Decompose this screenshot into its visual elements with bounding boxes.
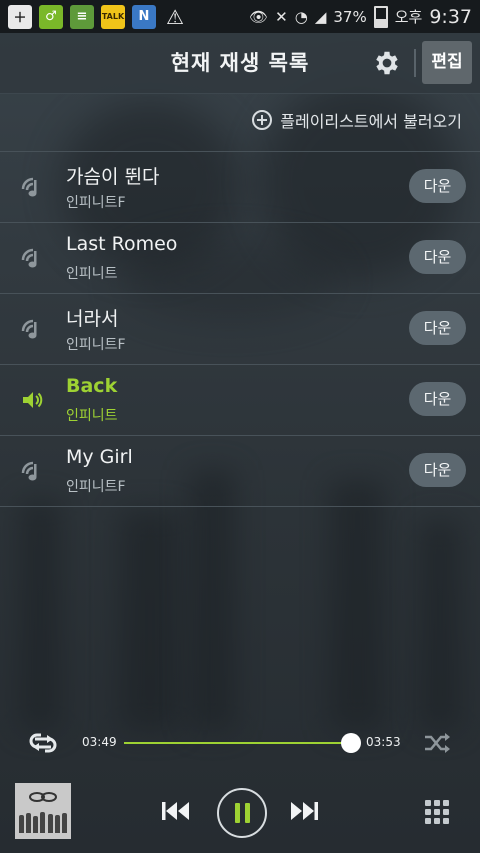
download-button[interactable]: 다운 xyxy=(409,453,466,487)
edit-button[interactable]: 편집 xyxy=(422,41,472,84)
player-controls xyxy=(0,777,480,853)
pause-icon-bar xyxy=(245,803,250,823)
grid-menu-icon[interactable] xyxy=(424,799,450,825)
playlist-row[interactable]: 가슴이 뛴다 인피니트F 다운 xyxy=(0,151,480,222)
download-button[interactable]: 다운 xyxy=(409,169,466,203)
stack-icon: ≡ xyxy=(70,4,94,29)
song-artist: 인피니트F xyxy=(66,195,126,211)
load-from-playlist-button[interactable]: 플레이리스트에서 불러오기 xyxy=(252,108,462,132)
song-title: 가슴이 뛴다 xyxy=(66,166,160,188)
playlist: 가슴이 뛴다 인피니트F 다운 Last Romeo 인피니트 다운 너라서 인… xyxy=(0,151,480,507)
status-bar: ＋ ♂ ≡ TALK N ⚠ 👁 ✕ ◔ ◢ 37% 오후 9:37 xyxy=(0,0,480,33)
playlist-row[interactable]: 너라서 인피니트F 다운 xyxy=(0,293,480,364)
playback-progress: 03:49 03:53 xyxy=(0,725,480,761)
clock-ampm: 오후 xyxy=(394,8,423,26)
seek-bar[interactable] xyxy=(124,733,362,753)
battery-percent: 37% xyxy=(333,7,367,26)
signal-icon: ◢ xyxy=(314,7,327,26)
settings-gear-icon[interactable] xyxy=(372,48,402,78)
wifi-icon: ◔ xyxy=(294,7,308,26)
next-track-icon[interactable] xyxy=(288,799,320,823)
song-artist: 인피니트 xyxy=(66,408,118,424)
plus-icon: ＋ xyxy=(8,4,32,29)
speaker-playing-icon xyxy=(23,392,43,408)
talk-icon: TALK xyxy=(101,4,125,29)
seek-thumb[interactable] xyxy=(341,733,362,753)
music-note-icon xyxy=(21,319,37,339)
load-from-playlist-label: 플레이리스트에서 불러오기 xyxy=(280,112,462,131)
album-logo-icon xyxy=(29,792,57,802)
page-title: 현재 재생 목록 xyxy=(170,51,310,75)
eye-icon: 👁 xyxy=(249,7,269,26)
pause-button[interactable] xyxy=(217,788,267,838)
repeat-icon[interactable] xyxy=(27,731,59,755)
current-time: 03:49 xyxy=(82,735,117,749)
download-button[interactable]: 다운 xyxy=(409,240,466,274)
song-artist: 인피니트F xyxy=(66,337,126,353)
song-artist: 인피니트F xyxy=(66,479,126,495)
song-title: Back xyxy=(66,375,118,397)
seek-bar-fill xyxy=(124,742,352,744)
header-divider xyxy=(414,49,416,77)
total-time: 03:53 xyxy=(366,735,401,749)
load-playlist-bar: 플레이리스트에서 불러오기 xyxy=(0,94,480,151)
song-artist: 인피니트 xyxy=(66,266,118,282)
download-button[interactable]: 다운 xyxy=(409,382,466,416)
n-icon: N xyxy=(132,4,156,29)
shuffle-icon[interactable] xyxy=(423,731,451,755)
header-bar: 현재 재생 목록 편집 xyxy=(0,33,480,94)
music-note-icon xyxy=(21,248,37,268)
download-button[interactable]: 다운 xyxy=(409,311,466,345)
album-figures xyxy=(19,811,67,833)
playlist-row[interactable]: Last Romeo 인피니트 다운 xyxy=(0,222,480,293)
clock-time: 9:37 xyxy=(429,5,472,28)
song-title: Last Romeo xyxy=(66,233,178,255)
pause-icon xyxy=(235,803,240,823)
album-art-thumbnail[interactable] xyxy=(15,783,71,839)
music-note-icon xyxy=(21,461,37,481)
playlist-row[interactable]: My Girl 인피니트F 다운 xyxy=(0,435,480,507)
add-circle-icon xyxy=(252,110,273,130)
song-title: 너라서 xyxy=(66,308,119,330)
song-title: My Girl xyxy=(66,446,133,468)
music-note-icon xyxy=(21,177,37,197)
mute-icon: ✕ xyxy=(275,7,288,26)
fitness-icon: ♂ xyxy=(39,4,63,29)
warning-icon: ⚠ xyxy=(166,4,184,29)
battery-icon xyxy=(373,5,388,28)
playlist-row-now-playing[interactable]: Back 인피니트 다운 xyxy=(0,364,480,435)
previous-track-icon[interactable] xyxy=(160,799,192,823)
